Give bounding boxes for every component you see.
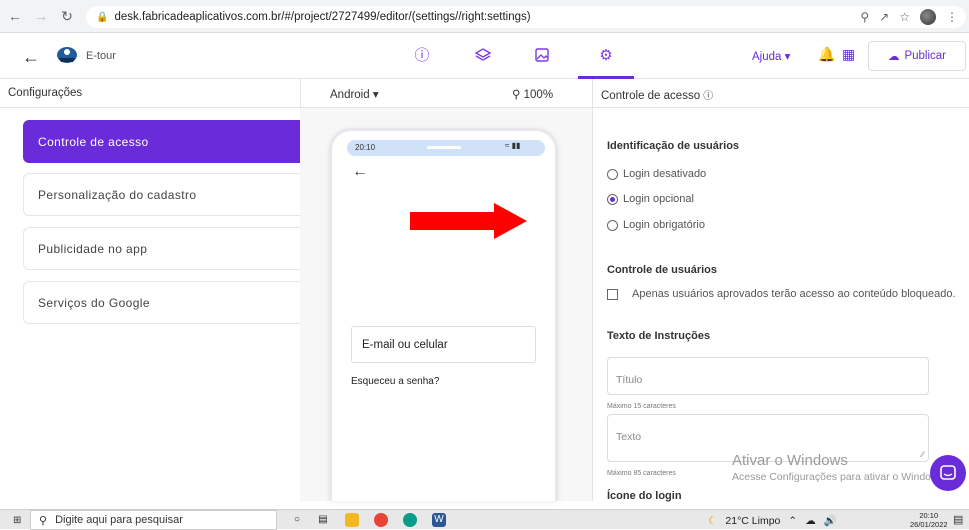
phone-time: 20:10 [355, 143, 376, 152]
radio-login-required[interactable]: Login obrigatório [607, 219, 705, 231]
approved-users-checkbox-row[interactable]: Apenas usuários aprovados terão acesso a… [607, 288, 956, 300]
menu-item-google-services[interactable]: Serviços do Google [23, 281, 313, 324]
menu-dots-icon[interactable]: ⋮ [946, 10, 958, 24]
sub-header: Configurações Android ▾ ⚲ 100% Controle … [0, 79, 969, 108]
edge-icon[interactable] [403, 513, 417, 527]
system-tray: ☾ 21°C Limpo ⌃ ☁ 🔊 [708, 514, 837, 528]
approved-users-checkbox[interactable] [607, 288, 618, 300]
app-name: E-tour [86, 50, 116, 62]
image-icon[interactable] [533, 47, 551, 65]
menu-item-signup-customization[interactable]: Personalização do cadastro [23, 173, 313, 216]
apps-grid-icon[interactable]: ▦ [842, 46, 855, 63]
cortana-icon[interactable]: ○ [290, 513, 304, 527]
windows-start-icon[interactable]: ⊞ [13, 515, 21, 526]
publish-button[interactable]: ☁ Publicar [868, 41, 966, 71]
text-hint: Máximo 85 caracteres [607, 470, 676, 477]
zoom-control[interactable]: ⚲ 100% [512, 87, 553, 101]
browser-toolbar: ← → ↻ 🔒 desk.fabricadeaplicativos.com.br… [0, 0, 969, 33]
user-control-heading: Controle de usuários [607, 264, 718, 276]
phone-back-icon: ← [352, 163, 368, 180]
radio-login-disabled[interactable]: Login desativado [607, 168, 706, 180]
url-text: desk.fabricadeaplicativos.com.br/#/proje… [114, 11, 531, 23]
chat-icon [940, 465, 956, 480]
chrome-icon[interactable] [374, 513, 388, 527]
zoom-icon: ⚲ [512, 89, 521, 101]
lock-icon: 🔒 [96, 11, 109, 23]
address-bar[interactable]: 🔒 desk.fabricadeaplicativos.com.br/#/pro… [86, 6, 966, 28]
activate-windows-title: Ativar o Windows [732, 452, 848, 469]
layers-icon[interactable] [474, 47, 492, 65]
title-input[interactable]: Título [607, 357, 929, 395]
zoom-icon[interactable]: ⚲ [860, 10, 869, 24]
cloud-upload-icon: ☁ [887, 51, 900, 63]
phone-frame [329, 128, 558, 501]
phone-forgot-password: Esqueceu a senha? [351, 376, 440, 387]
taskbar-clock[interactable]: 20:10 26/01/2022 [910, 511, 948, 529]
task-view-icon[interactable]: ▤ [316, 513, 330, 527]
taskbar-search[interactable]: ⚲ Digite aqui para pesquisar [30, 510, 277, 530]
settings-gear-icon[interactable]: ⚙ [597, 47, 615, 65]
back-icon[interactable]: ← [22, 47, 40, 68]
activate-windows-text: Acesse Configurações para ativar o Windo… [732, 471, 947, 483]
login-icon-heading: Ícone do login [607, 490, 682, 502]
profile-avatar[interactable] [920, 9, 936, 25]
back-arrow-icon[interactable]: ← [4, 5, 26, 27]
tray-chevron-icon[interactable]: ⌃ [788, 515, 797, 527]
panel-title: Controle de acesso ⓘ [601, 90, 714, 102]
config-title: Configurações [8, 87, 83, 99]
app-logo [57, 47, 77, 63]
platform-select[interactable]: Android ▾ [330, 87, 379, 101]
app-header: ← E-tour ⓘ ⚙ Ajuda ▾ 🔔 ▦ ☁ Publicar [0, 33, 969, 79]
star-icon[interactable]: ☆ [899, 10, 910, 24]
radio-circle-selected[interactable] [607, 193, 618, 205]
red-arrow-annotation [410, 203, 527, 239]
notification-icon[interactable]: ▤ [953, 513, 963, 526]
forward-arrow-icon[interactable]: → [30, 5, 52, 27]
search-icon: ⚲ [39, 514, 48, 527]
info-icon[interactable]: ⓘ [413, 47, 431, 65]
phone-notch [427, 146, 461, 149]
radio-login-optional[interactable]: Login opcional [607, 193, 694, 205]
menu-item-access-control[interactable]: Controle de acesso [23, 120, 313, 163]
resize-grip-icon[interactable]: ∕∕ [921, 450, 924, 459]
menu-item-ads[interactable]: Publicidade no app [23, 227, 313, 270]
file-explorer-icon[interactable] [345, 513, 359, 527]
title-hint: Máximo 15 caracteres [607, 403, 676, 410]
reload-icon[interactable]: ↻ [56, 5, 78, 27]
share-icon[interactable]: ↗ [879, 10, 889, 24]
radio-circle[interactable] [607, 168, 618, 180]
bell-icon[interactable]: 🔔 [818, 46, 835, 63]
divider [592, 79, 593, 501]
radio-circle[interactable] [607, 219, 618, 231]
word-icon[interactable]: W [432, 513, 446, 527]
identification-heading: Identificação de usuários [607, 140, 740, 152]
windows-taskbar: ⊞ ⚲ Digite aqui para pesquisar ○ ▤ W ☾ 2… [0, 509, 969, 530]
phone-email-input: E-mail ou celular [351, 326, 536, 363]
weather-moon-icon: ☾ [708, 514, 718, 527]
instructions-heading: Texto de Instruções [607, 330, 711, 342]
help-circle-icon[interactable]: ⓘ [703, 91, 713, 102]
weather-text[interactable]: 21°C Limpo [725, 515, 780, 527]
help-menu[interactable]: Ajuda ▾ [752, 49, 790, 63]
wifi-battery-icon: ≈ ▮▮ [505, 141, 521, 150]
onedrive-icon[interactable]: ☁ [805, 515, 816, 527]
chat-support-button[interactable] [930, 455, 966, 491]
volume-icon[interactable]: 🔊 [824, 514, 837, 527]
